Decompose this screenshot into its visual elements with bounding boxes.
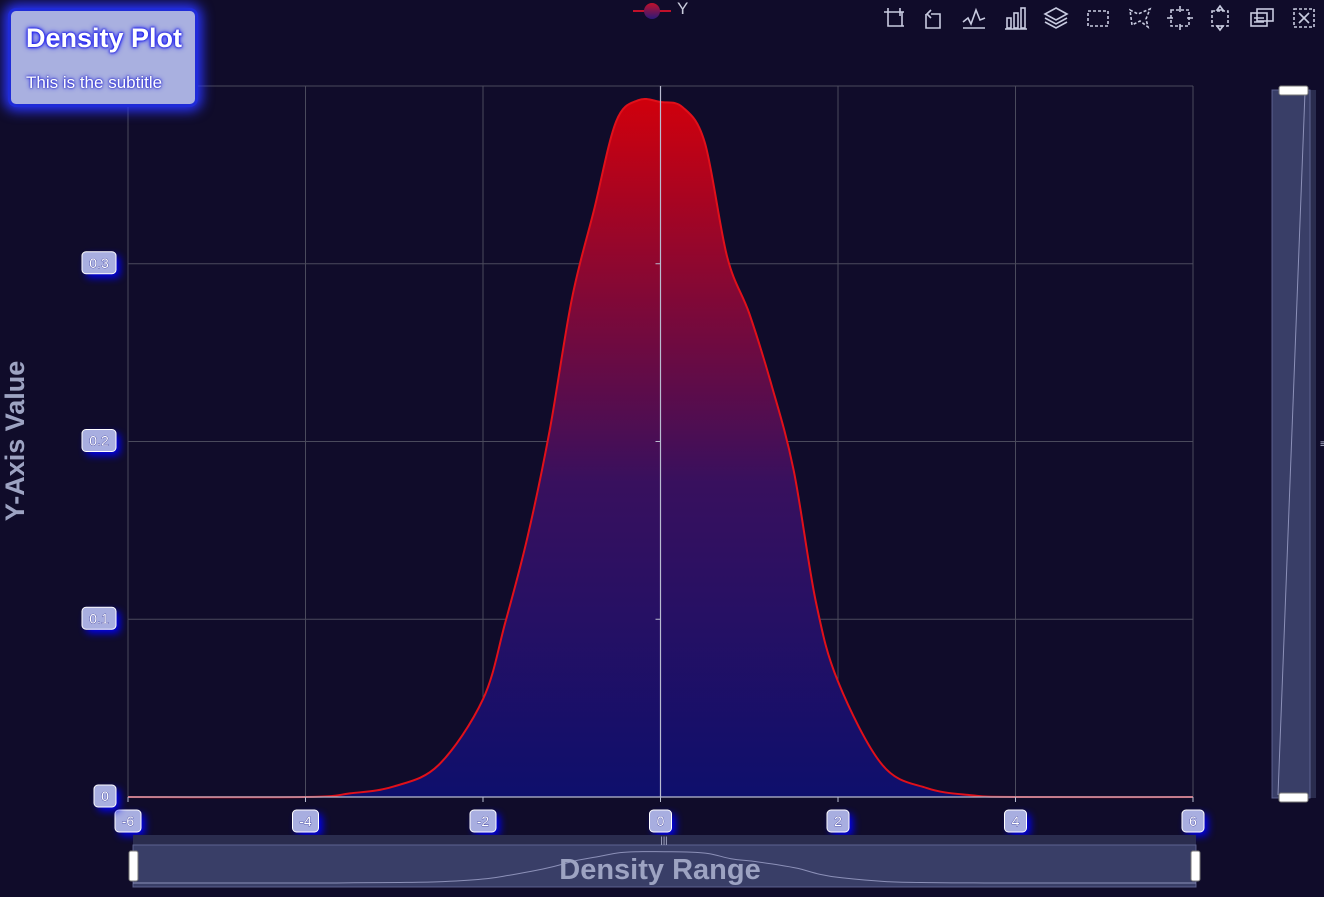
rect-select-icon[interactable] — [1084, 4, 1112, 32]
x-tick-label: 4 — [1004, 809, 1031, 836]
keep-select-icon[interactable] — [1166, 4, 1194, 32]
x-tick-label: -2 — [469, 809, 500, 836]
y-zoom-handle-top[interactable] — [1278, 85, 1309, 96]
svg-text:0: 0 — [657, 813, 665, 829]
y-tick-label: 0.1 — [81, 606, 120, 634]
lasso-select-icon[interactable] — [1126, 4, 1154, 32]
chart-subtitle: This is the subtitle — [26, 73, 163, 92]
restore-icon[interactable] — [1290, 4, 1318, 32]
data-view-icon[interactable] — [1248, 4, 1276, 32]
y-tick-label: 0.3 — [81, 251, 120, 278]
svg-text:2: 2 — [834, 813, 842, 829]
x-zoom-grip-icon[interactable]: ||| — [660, 835, 667, 845]
x-tick-label: 6 — [1181, 809, 1208, 836]
x-tick-label: -6 — [114, 809, 145, 836]
y-zoom-grip-icon[interactable]: ≡ — [1320, 439, 1324, 450]
svg-text:4: 4 — [1012, 813, 1020, 829]
svg-text:0: 0 — [101, 788, 109, 804]
legend-marker-icon — [633, 0, 671, 20]
axes — [127, 86, 1194, 802]
toolbox — [880, 4, 1320, 32]
x-zoom-handle-right[interactable] — [1190, 850, 1201, 882]
y-tick-labels: 0 0.1 0.2 0.3 — [81, 251, 120, 811]
svg-text:-4: -4 — [299, 813, 312, 829]
y-tick-label: 0.2 — [81, 429, 120, 456]
y-data-zoom[interactable]: ≡ — [1271, 85, 1324, 803]
title-box: Density Plot This is the subtitle — [8, 8, 198, 107]
x-tick-label: -4 — [292, 809, 323, 836]
x-axis-label: Density Range — [559, 854, 760, 886]
x-tick-labels: -6 -4 -2 0 2 4 6 — [114, 809, 1208, 836]
y-axis-label: Y-Axis Value — [0, 361, 30, 522]
y-zoom-handle-bottom[interactable] — [1278, 792, 1309, 803]
legend-label: Y — [677, 0, 689, 18]
clear-select-icon[interactable] — [1206, 4, 1234, 32]
zoom-icon[interactable] — [880, 4, 908, 32]
svg-text:6: 6 — [1189, 813, 1197, 829]
zoom-reset-icon[interactable] — [920, 4, 948, 32]
chart-canvas: -6 -4 -2 0 2 4 6 0 0.1 0.2 0.3 Y-Axis Value ||| D… — [0, 85, 1324, 888]
svg-text:-2: -2 — [477, 813, 490, 829]
svg-text:0.3: 0.3 — [89, 255, 109, 271]
legend-item-y[interactable]: Y — [633, 0, 688, 20]
svg-text:0.1: 0.1 — [89, 610, 109, 626]
x-zoom-handle-left[interactable] — [128, 850, 139, 882]
x-tick-label: 2 — [826, 809, 853, 836]
svg-text:0.2: 0.2 — [89, 433, 109, 449]
y-tick-label: 0 — [93, 784, 120, 811]
x-tick-label: 0 — [649, 809, 676, 836]
stack-icon[interactable] — [1042, 4, 1070, 32]
bar-chart-icon[interactable] — [1002, 4, 1030, 32]
svg-text:-6: -6 — [122, 813, 135, 829]
chart-title: Density Plot — [26, 23, 183, 53]
line-chart-icon[interactable] — [960, 4, 988, 32]
